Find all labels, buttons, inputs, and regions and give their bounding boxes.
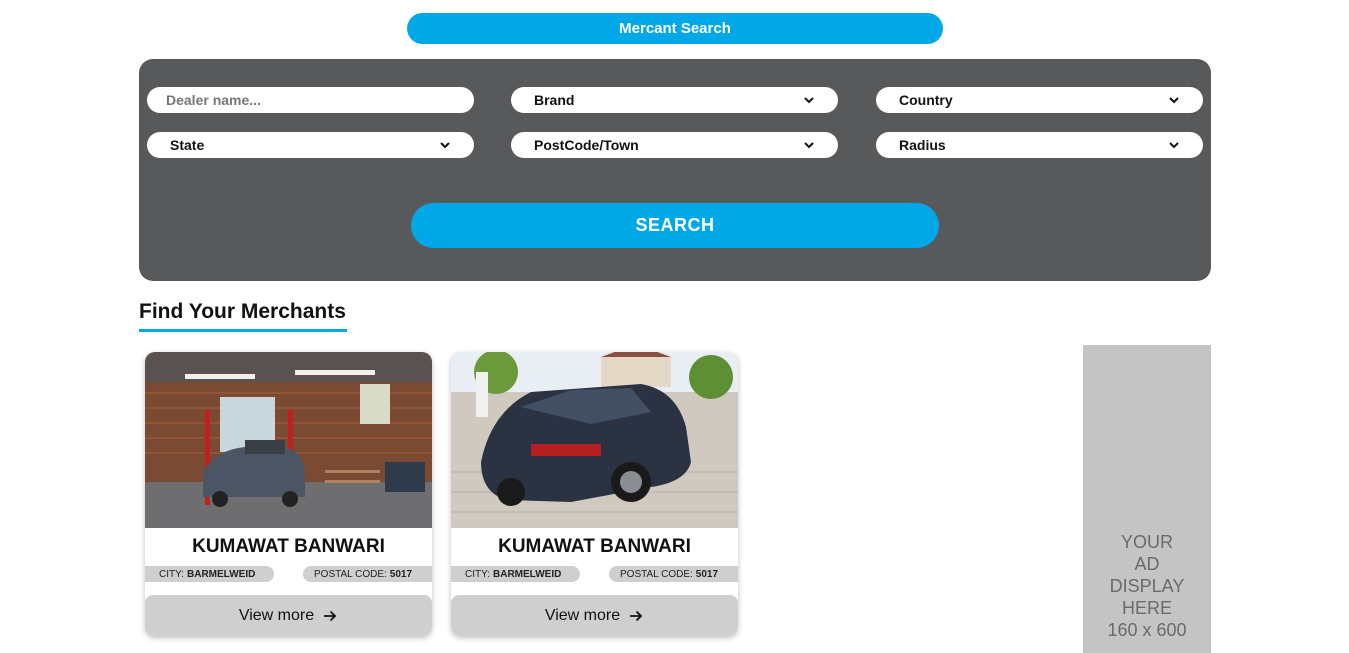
postal-code-value: 5017 (389, 568, 413, 580)
search-panel: Brand Country State PostCode/Town Radius… (139, 59, 1211, 281)
view-more-button[interactable]: View more (145, 595, 432, 636)
postal-code-value: 5017 (695, 568, 719, 580)
view-more-label: View more (544, 606, 621, 624)
radius-select-label: Radius (899, 137, 946, 153)
merchant-card: KUMAWAT BANWARI CITY: BARMELWEID POSTAL C… (451, 352, 738, 636)
arrow-right-icon (630, 610, 643, 621)
garage-photo-illustration (145, 352, 432, 528)
state-select-label: State (170, 137, 205, 153)
ad-line: AD (1134, 554, 1160, 574)
ad-text: YOUR AD DISPLAY HERE 160 x 600 (1107, 531, 1186, 641)
postal-code-badge: POSTAL CODE: 5017 (303, 566, 432, 582)
ad-line: HERE (1121, 598, 1172, 618)
ad-size: 160 x 600 (1107, 620, 1187, 640)
page-title: Mercant Search (619, 20, 731, 37)
city-value: BARMELWEID (187, 568, 256, 580)
city-label: CITY: (465, 568, 491, 580)
postal-code-label: POSTAL CODE: (314, 568, 387, 580)
section-title: Find Your Merchants (139, 300, 347, 332)
arrow-right-icon (324, 610, 337, 621)
postcode-town-select[interactable]: PostCode/Town (511, 132, 838, 158)
brand-select[interactable]: Brand (511, 87, 838, 113)
search-button[interactable]: SEARCH (411, 203, 939, 248)
view-more-label: View more (238, 606, 315, 624)
chevron-down-icon (1169, 142, 1179, 149)
city-value: BARMELWEID (493, 568, 562, 580)
radius-select[interactable]: Radius (876, 132, 1203, 158)
merchant-name: KUMAWAT BANWARI (498, 536, 691, 557)
chevron-down-icon (804, 97, 814, 104)
merchant-meta: CITY: BARMELWEID POSTAL CODE: 5017 (145, 566, 432, 582)
page-title-pill: Mercant Search (407, 13, 943, 44)
chevron-down-icon (804, 142, 814, 149)
dealer-name-field[interactable] (147, 87, 474, 113)
chevron-down-icon (440, 142, 450, 149)
merchant-photo-car[interactable] (451, 352, 738, 528)
brand-select-label: Brand (534, 92, 575, 108)
city-badge: CITY: BARMELWEID (451, 566, 580, 582)
dealer-name-input[interactable] (166, 92, 452, 108)
postal-code-label: POSTAL CODE: (620, 568, 693, 580)
city-badge: CITY: BARMELWEID (145, 566, 274, 582)
car-photo-illustration (451, 352, 738, 528)
merchant-photo-garage[interactable] (145, 352, 432, 528)
view-more-button[interactable]: View more (451, 595, 738, 636)
ad-line: DISPLAY (1109, 576, 1185, 596)
ad-placeholder[interactable]: YOUR AD DISPLAY HERE 160 x 600 (1083, 345, 1211, 653)
merchant-name: KUMAWAT BANWARI (192, 536, 385, 557)
country-select-label: Country (899, 92, 953, 108)
postcode-town-select-label: PostCode/Town (534, 137, 639, 153)
ad-line: YOUR (1120, 532, 1173, 552)
state-select[interactable]: State (147, 132, 474, 158)
postal-code-badge: POSTAL CODE: 5017 (609, 566, 738, 582)
chevron-down-icon (1169, 97, 1179, 104)
merchant-meta: CITY: BARMELWEID POSTAL CODE: 5017 (451, 566, 738, 582)
city-label: CITY: (159, 568, 185, 580)
country-select[interactable]: Country (876, 87, 1203, 113)
merchant-card: KUMAWAT BANWARI CITY: BARMELWEID POSTAL C… (145, 352, 432, 636)
